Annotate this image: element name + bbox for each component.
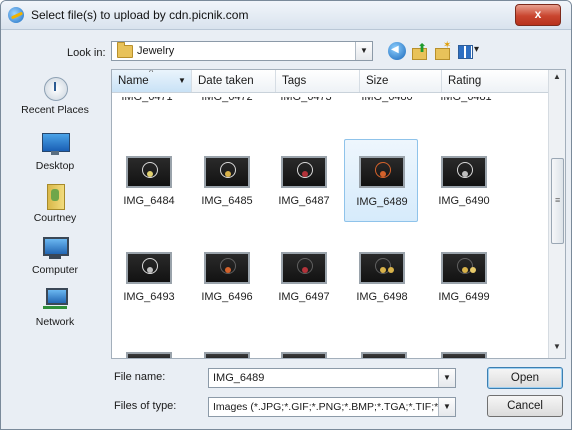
image-thumbnail <box>204 252 250 284</box>
desktop-icon <box>40 131 70 157</box>
column-size[interactable]: Size <box>360 70 442 92</box>
place-network[interactable]: Network <box>11 287 99 328</box>
file-label: IMG_6484 <box>123 195 175 207</box>
place-label: Courtney <box>33 212 77 224</box>
file-label: IMG_6496 <box>201 291 253 303</box>
recent-places-icon <box>40 75 70 101</box>
title-bar: Select file(s) to upload by cdn.picnik.c… <box>1 1 571 30</box>
image-thumbnail <box>359 156 405 188</box>
image-thumbnail <box>126 156 172 188</box>
file-type-label: Files of type: <box>114 400 177 412</box>
file-item[interactable]: IMG_6498 <box>347 246 417 318</box>
file-type-dropdown[interactable]: Images (*.JPG;*.GIF;*.PNG;*.BMP;*.TGA;*.… <box>208 397 456 417</box>
image-thumbnail <box>441 156 487 188</box>
image-thumbnail <box>359 252 405 284</box>
open-button[interactable]: Open <box>487 367 563 389</box>
file-name-value: IMG_6489 <box>213 372 265 384</box>
partially-visible-row <box>112 344 550 358</box>
image-thumbnail <box>281 252 327 284</box>
place-desktop[interactable]: Desktop <box>11 131 99 172</box>
file-type-value: Images (*.JPG;*.GIF;*.PNG;*.BMP;*.TGA;*.… <box>213 401 439 413</box>
place-label: Computer <box>31 264 79 276</box>
chevron-down-icon[interactable]: ▼ <box>355 42 372 60</box>
chevron-down-icon[interactable]: ▼ <box>178 70 186 92</box>
place-computer[interactable]: Computer <box>11 235 99 276</box>
file-label: IMG_6489 <box>356 196 408 208</box>
folder-icon <box>117 42 133 58</box>
place-label: Desktop <box>35 160 75 172</box>
user-folder-icon <box>40 183 70 210</box>
computer-icon <box>40 235 70 261</box>
chevron-down-icon[interactable]: ▼ <box>438 369 455 387</box>
look-in-dropdown[interactable]: Jewelry ▼ <box>111 41 373 61</box>
file-item[interactable]: IMG_6487 <box>269 150 339 222</box>
file-label: IMG_6497 <box>278 291 330 303</box>
places-bar: Recent Places Desktop Courtney Computer … <box>11 69 99 359</box>
image-thumbnail[interactable] <box>126 352 172 358</box>
file-label: IMG_6490 <box>438 195 490 207</box>
chevron-down-icon[interactable]: ▼ <box>438 398 455 416</box>
up-folder-icon[interactable] <box>411 41 429 60</box>
close-button[interactable]: x <box>515 4 561 26</box>
file-item-selected[interactable]: IMG_6489 <box>344 139 418 222</box>
column-date-taken[interactable]: Date taken <box>192 70 276 92</box>
file-label: IMG_6498 <box>356 291 408 303</box>
column-rating[interactable]: Rating <box>442 70 550 92</box>
file-label: IMG_6487 <box>278 195 330 207</box>
image-thumbnail <box>441 252 487 284</box>
file-item[interactable]: IMG_6490 <box>429 150 499 222</box>
scrollbar-thumb[interactable]: ≡ <box>551 158 564 244</box>
file-item[interactable]: IMG_6484 <box>114 150 184 222</box>
image-thumbnail[interactable] <box>204 352 250 358</box>
column-header-row: Name ▼ Date taken Tags Size Rating <box>112 70 550 93</box>
vertical-scrollbar[interactable]: ▲ ≡ ▼ <box>548 70 565 358</box>
scroll-down-icon[interactable]: ▼ <box>549 342 565 356</box>
file-item[interactable]: IMG_6485 <box>192 150 262 222</box>
back-icon[interactable] <box>388 42 406 60</box>
grip-icon: ≡ <box>555 195 561 205</box>
image-thumbnail <box>281 156 327 188</box>
image-thumbnail <box>126 252 172 284</box>
column-label: Name <box>118 75 149 87</box>
place-recent-places[interactable]: Recent Places <box>11 75 99 116</box>
look-in-label: Look in: <box>67 47 106 59</box>
views-menu-icon[interactable] <box>457 42 485 60</box>
place-label: Network <box>35 316 75 328</box>
file-name-input[interactable]: IMG_6489 ▼ <box>208 368 456 388</box>
image-thumbnail[interactable] <box>441 352 487 358</box>
file-label: IMG_6493 <box>123 291 175 303</box>
look-in-value: Jewelry <box>137 45 175 57</box>
window-title: Select file(s) to upload by cdn.picnik.c… <box>31 8 249 22</box>
scroll-up-icon[interactable]: ▲ <box>549 72 565 86</box>
cancel-button[interactable]: Cancel <box>487 395 563 417</box>
image-thumbnail[interactable] <box>361 352 407 358</box>
file-item[interactable]: IMG_6493 <box>114 246 184 318</box>
file-label: IMG_6499 <box>438 291 490 303</box>
file-list-pane[interactable]: Name ▼ Date taken Tags Size Rating IMG_6… <box>111 69 566 359</box>
file-name-label: File name: <box>114 371 166 383</box>
image-thumbnail[interactable] <box>281 352 327 358</box>
file-item[interactable]: IMG_6497 <box>269 246 339 318</box>
file-item[interactable]: IMG_6499 <box>429 246 499 318</box>
place-courtney[interactable]: Courtney <box>11 183 99 224</box>
image-thumbnail <box>204 156 250 188</box>
network-icon <box>40 287 70 313</box>
new-folder-icon[interactable] <box>434 40 452 60</box>
column-tags[interactable]: Tags <box>276 70 360 92</box>
file-item[interactable]: IMG_6496 <box>192 246 262 318</box>
column-name[interactable]: Name ▼ <box>112 70 192 92</box>
browser-app-icon <box>8 7 24 23</box>
place-label: Recent Places <box>21 104 89 116</box>
file-label: IMG_6485 <box>201 195 253 207</box>
file-open-dialog: Select file(s) to upload by cdn.picnik.c… <box>0 0 572 430</box>
